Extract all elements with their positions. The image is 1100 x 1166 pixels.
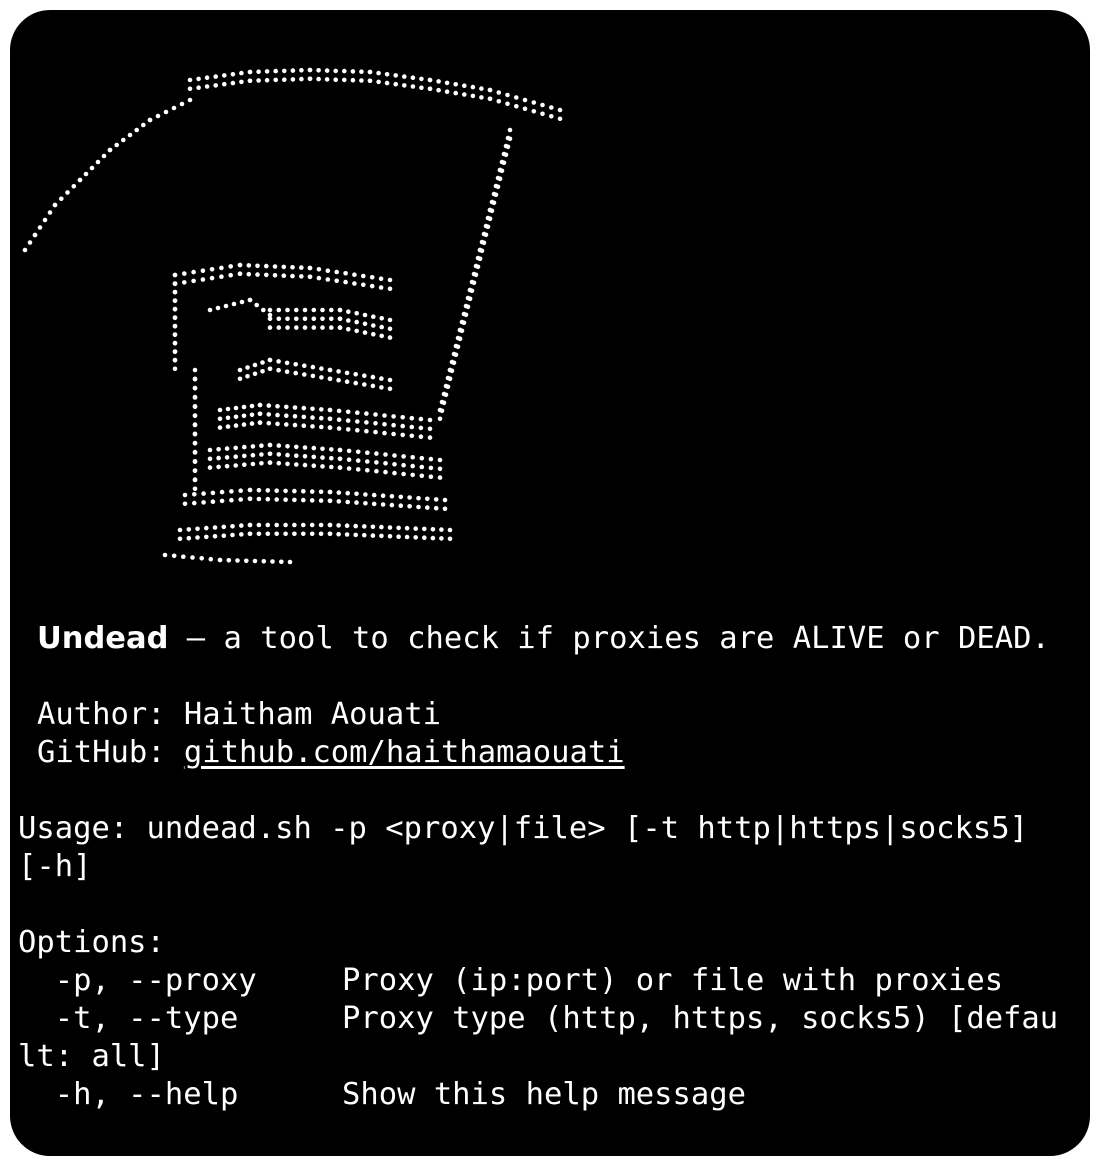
usage-line-wrap: [-h] <box>18 849 92 884</box>
option-help-desc: Show this help message <box>342 1077 746 1112</box>
author-line: Author: Haitham Aouati <box>37 696 441 734</box>
option-type-desc: Proxy type (http, https, socks5) [defau <box>342 1001 1059 1036</box>
author-value: Haitham Aouati <box>183 697 441 732</box>
github-line: GitHub: github.com/haithamaouati <box>37 734 625 772</box>
option-proxy-flag: -p, --proxy <box>18 963 257 998</box>
terminal-window: Undead — a tool to check if proxies are … <box>10 10 1090 1156</box>
option-type-flag: -t, --type <box>18 1001 239 1036</box>
tool-name: Undead <box>37 621 169 656</box>
github-link[interactable]: github.com/haithamaouati <box>184 735 625 770</box>
options-heading: Options: <box>18 925 165 960</box>
banner-title-line: Undead — a tool to check if proxies are … <box>37 620 1050 658</box>
option-proxy-desc: Proxy (ip:port) or file with proxies <box>342 963 1004 998</box>
author-label: Author: <box>37 697 184 732</box>
option-type-desc-wrap: lt: all] <box>18 1039 165 1074</box>
grim-reaper-ascii-art-icon <box>22 67 563 565</box>
tool-tagline: — a tool to check if proxies are ALIVE o… <box>168 621 1050 656</box>
github-label: GitHub: <box>37 735 184 770</box>
option-help-flag: -h, --help <box>18 1077 239 1112</box>
usage-line: Usage: undead.sh -p <proxy|file> [-t htt… <box>18 811 1028 846</box>
